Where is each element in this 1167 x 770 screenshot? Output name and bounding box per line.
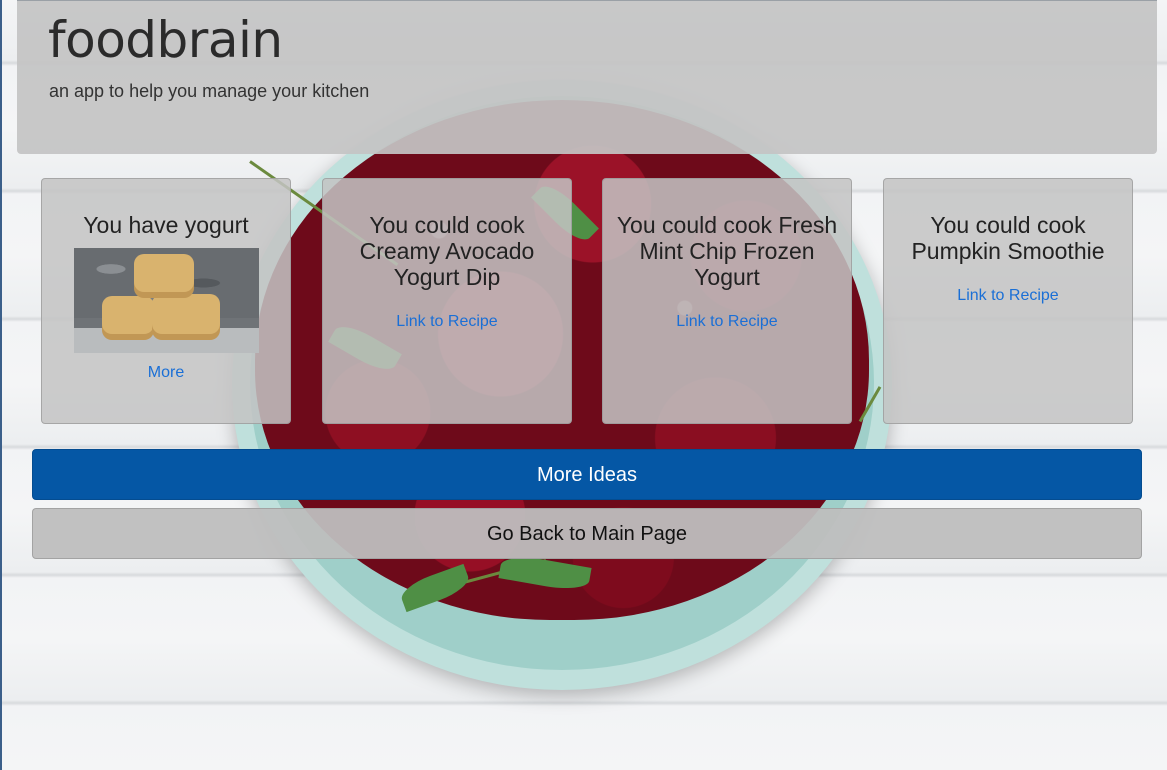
recipe-link[interactable]: Link to Recipe (323, 313, 571, 331)
recipe-link[interactable]: Link to Recipe (884, 287, 1132, 305)
card-recipe-pumpkin-smoothie: You could cook Pumpkin Smoothie Link to … (883, 178, 1133, 424)
header-panel: foodbrain an app to help you manage your… (17, 0, 1157, 154)
more-ideas-button[interactable]: More Ideas (32, 449, 1142, 500)
cheese-wheel (151, 294, 220, 340)
card-title: You could cook Fresh Mint Chip Frozen Yo… (616, 212, 838, 290)
card-recipe-avocado-dip: You could cook Creamy Avocado Yogurt Dip… (322, 178, 572, 424)
card-title: You could cook Creamy Avocado Yogurt Dip (359, 212, 535, 290)
go-back-button[interactable]: Go Back to Main Page (32, 508, 1142, 559)
card-title: You could cook Pumpkin Smoothie (911, 212, 1105, 264)
app-subtitle: an app to help you manage your kitchen (49, 81, 370, 101)
window-edge (0, 0, 2, 770)
card-title: You have yogurt (83, 212, 249, 238)
more-link[interactable]: More (42, 364, 290, 382)
cheese-wheel (133, 254, 194, 298)
cheese-image (73, 248, 259, 353)
card-ingredient-yogurt: You have yogurt More (41, 178, 291, 424)
app-title: foodbrain (48, 11, 283, 69)
cheese-wheel (101, 296, 154, 340)
recipe-link[interactable]: Link to Recipe (603, 313, 851, 331)
card-recipe-mint-chip: You could cook Fresh Mint Chip Frozen Yo… (602, 178, 852, 424)
